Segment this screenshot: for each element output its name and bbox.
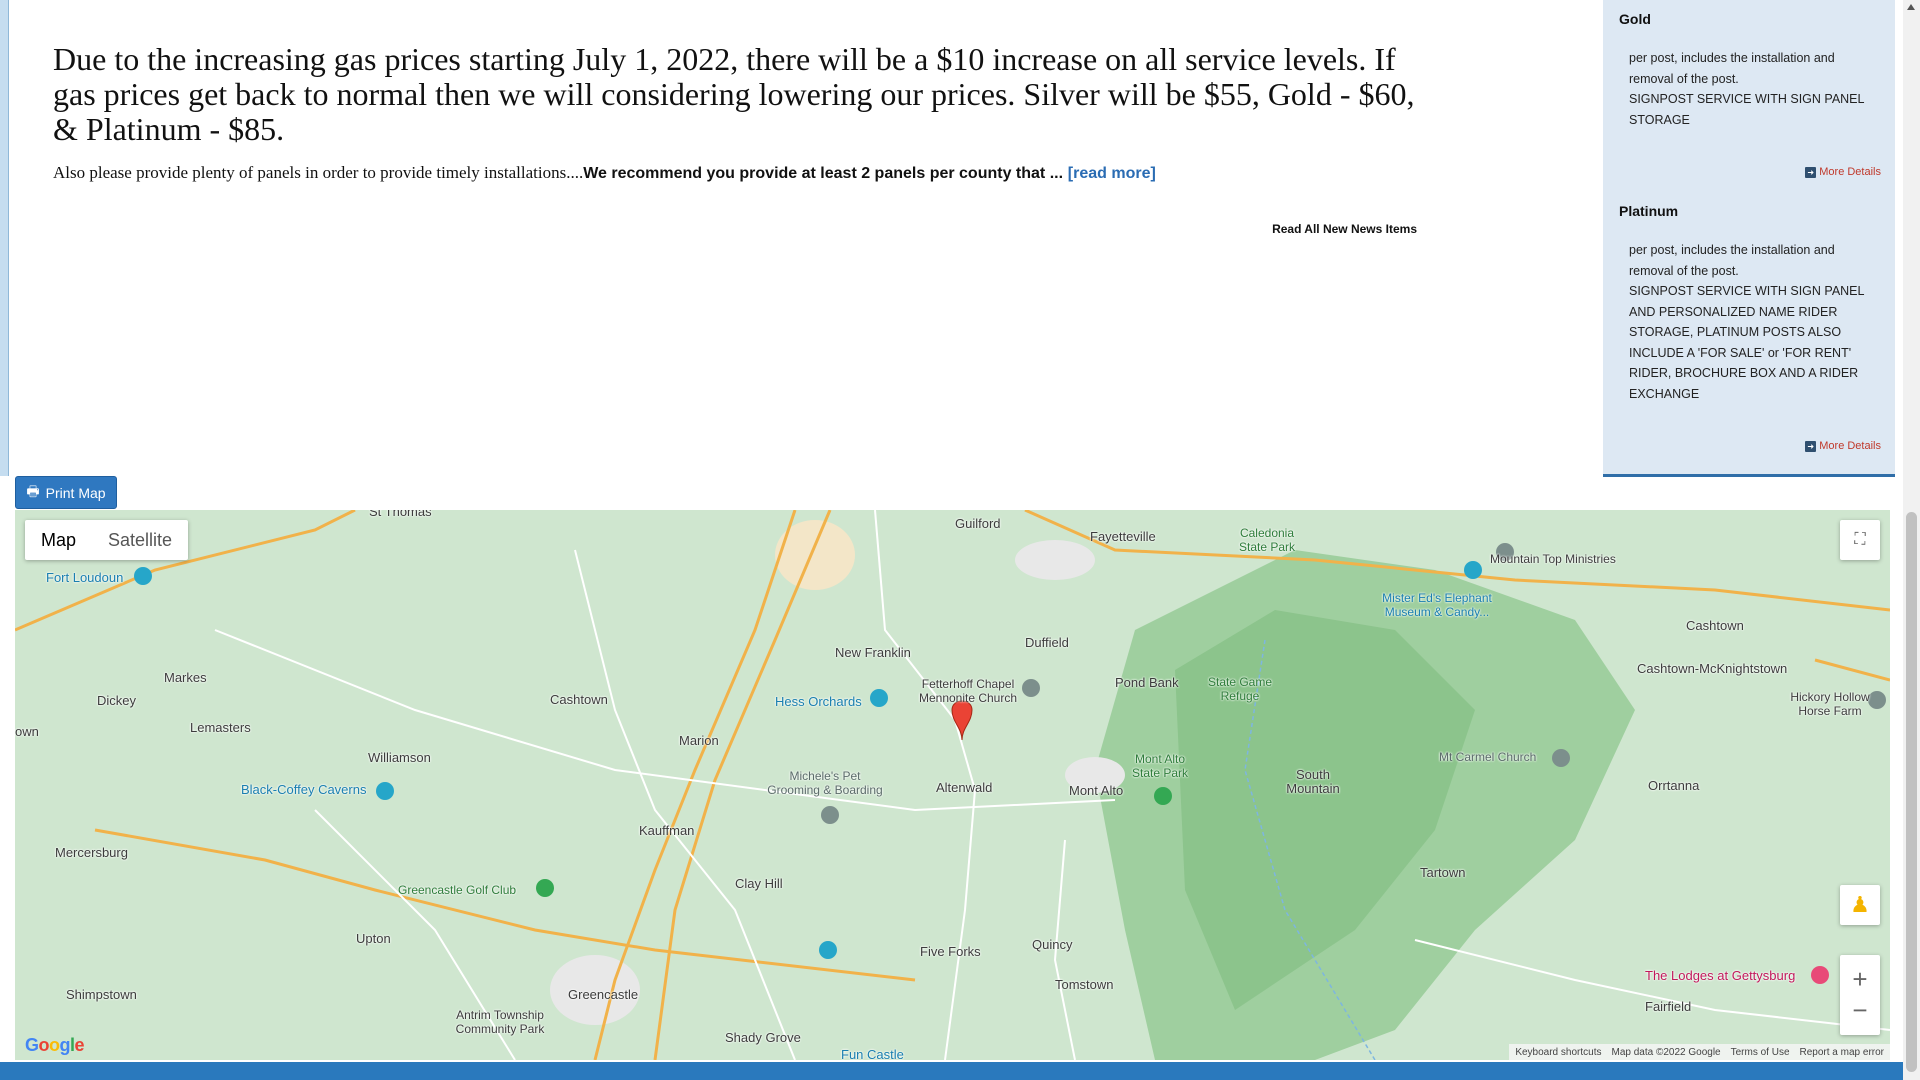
map-label: Orrtanna bbox=[1648, 778, 1700, 793]
map-type-satellite-button[interactable]: Satellite bbox=[92, 520, 188, 560]
gold-title: Gold bbox=[1619, 11, 1651, 27]
map-label: Upton bbox=[356, 931, 391, 946]
service-levels-sidebar: Gold per post, includes the installation… bbox=[1603, 0, 1895, 477]
map-label: Mercersburg bbox=[55, 845, 128, 860]
map-label: Hickory Hollow Horse Farm bbox=[1790, 690, 1870, 718]
platinum-desc-line2: SIGNPOST SERVICE WITH SIGN PANEL AND PER… bbox=[1629, 284, 1865, 401]
map-label: Pond Bank bbox=[1115, 675, 1179, 690]
scrollbar-thumb[interactable] bbox=[1906, 512, 1917, 1072]
google-map[interactable]: Map Satellite ⛶ ♟ + − St Thomas Guilford… bbox=[15, 510, 1890, 1060]
news-section: Due to the increasing gas prices startin… bbox=[53, 42, 1423, 186]
map-label: Tomstown bbox=[1055, 977, 1114, 992]
read-all-news-link[interactable]: Read All New News Items bbox=[1260, 222, 1417, 236]
map-label: New Franklin bbox=[835, 645, 911, 660]
map-label: State Game Refuge bbox=[1207, 675, 1273, 703]
platinum-more-details-link[interactable]: ➜ More Details bbox=[1805, 440, 1881, 452]
map-label: Five Forks bbox=[920, 944, 981, 959]
map-label: Cashtown bbox=[550, 692, 608, 707]
map-label: Kauffman bbox=[639, 823, 695, 838]
page-left-border bbox=[0, 0, 9, 476]
map-label: Shimpstown bbox=[66, 987, 137, 1002]
map-label: Mountain Top Ministries bbox=[1490, 552, 1616, 566]
map-label: Michele's Pet Grooming & Boarding bbox=[767, 769, 883, 797]
printer-icon: 🖶 bbox=[26, 482, 40, 499]
map-label: Cashtown bbox=[1686, 618, 1744, 633]
report-map-error-link[interactable]: Report a map error bbox=[1800, 1047, 1884, 1058]
arrow-right-icon: ➜ bbox=[1805, 166, 1817, 178]
map-label: Mister Ed's Elephant Museum & Candy... bbox=[1382, 591, 1492, 619]
map-label: Dickey bbox=[97, 693, 137, 708]
gold-desc-line2: SIGNPOST SERVICE WITH SIGN PANEL STORAGE bbox=[1629, 92, 1865, 127]
map-label: Mont Alto bbox=[1069, 783, 1124, 798]
google-logo[interactable]: Google bbox=[25, 1035, 85, 1056]
map-label: Greencastle Golf Club bbox=[398, 883, 517, 897]
footer-bar bbox=[0, 1062, 1903, 1080]
map-label: St Thomas bbox=[369, 510, 432, 519]
zoom-out-button[interactable]: − bbox=[1852, 995, 1867, 1026]
platinum-more-details-label: More Details bbox=[1819, 440, 1881, 452]
street-view-pegman-icon[interactable]: ♟ bbox=[1840, 885, 1880, 925]
map-label: Fun Castle bbox=[841, 1047, 904, 1060]
platinum-desc-line1: per post, includes the installation and … bbox=[1629, 243, 1835, 278]
map-label: Williamson bbox=[368, 750, 431, 765]
news-teaser: Also please provide plenty of panels in … bbox=[53, 161, 1423, 186]
arrow-right-icon: ➜ bbox=[1805, 440, 1817, 452]
map-label: The Lodges at Gettysburg bbox=[1645, 968, 1796, 983]
map-label: Clay Hill bbox=[735, 876, 783, 891]
map-label: own bbox=[15, 724, 39, 739]
map-label: Black-Coffey Caverns bbox=[241, 782, 367, 797]
fullscreen-icon[interactable]: ⛶ bbox=[1840, 520, 1880, 560]
print-map-button[interactable]: 🖶 Print Map bbox=[15, 476, 117, 509]
map-label: Fairfield bbox=[1645, 999, 1692, 1014]
map-label: Mont Alto State Park bbox=[1131, 752, 1189, 780]
read-more-link[interactable]: [read more] bbox=[1068, 165, 1156, 182]
news-teaser-text: Also please provide plenty of panels in … bbox=[53, 163, 584, 182]
map-label: Altenwald bbox=[936, 780, 993, 795]
platinum-title: Platinum bbox=[1619, 203, 1679, 219]
map-label: Greencastle bbox=[568, 987, 639, 1002]
map-label: Antrim Township Community Park bbox=[455, 1008, 545, 1036]
map-label: Shady Grove bbox=[725, 1030, 801, 1045]
map-attribution: Keyboard shortcuts Map data ©2022 Google… bbox=[1509, 1044, 1890, 1060]
map-label: Caledonia State Park bbox=[1238, 526, 1296, 554]
zoom-control: + − bbox=[1840, 955, 1880, 1035]
gold-description: per post, includes the installation and … bbox=[1629, 48, 1869, 130]
map-label: Fayetteville bbox=[1090, 529, 1156, 544]
map-data-text: Map data ©2022 Google bbox=[1611, 1046, 1721, 1058]
news-headline: Due to the increasing gas prices startin… bbox=[53, 41, 1415, 147]
keyboard-shortcuts-link[interactable]: Keyboard shortcuts bbox=[1515, 1047, 1601, 1058]
map-type-control[interactable]: Map Satellite bbox=[25, 520, 189, 560]
map-label: Lemasters bbox=[190, 720, 251, 735]
print-map-label: Print Map bbox=[45, 484, 106, 501]
map-label: Duffield bbox=[1025, 635, 1069, 650]
page-scrollbar[interactable] bbox=[1903, 0, 1920, 1080]
platinum-description: per post, includes the installation and … bbox=[1629, 240, 1869, 404]
map-label: South Mountain bbox=[1286, 767, 1340, 796]
gold-more-details-link[interactable]: ➜ More Details bbox=[1805, 166, 1881, 178]
zoom-in-button[interactable]: + bbox=[1852, 964, 1867, 995]
terms-of-use-link[interactable]: Terms of Use bbox=[1731, 1047, 1790, 1058]
map-label: Fort Loudoun bbox=[46, 570, 124, 585]
map-label: Guilford bbox=[955, 516, 1001, 531]
news-teaser-bold: We recommend you provide at least 2 pane… bbox=[583, 165, 1064, 182]
map-label: Fetterhoff Chapel Mennonite Church bbox=[918, 677, 1018, 705]
map-type-map-button[interactable]: Map bbox=[25, 520, 92, 560]
map-label: Mt Carmel Church bbox=[1439, 750, 1537, 764]
map-label: Quincy bbox=[1032, 937, 1073, 952]
gold-desc-line1: per post, includes the installation and … bbox=[1629, 51, 1835, 86]
map-label: Hess Orchards bbox=[775, 694, 862, 709]
map-label: Tartown bbox=[1420, 865, 1466, 880]
map-label: Markes bbox=[164, 670, 207, 685]
gold-more-details-label: More Details bbox=[1819, 166, 1881, 178]
map-label: Marion bbox=[679, 733, 719, 748]
scroll-up-arrow-icon[interactable] bbox=[1907, 4, 1915, 10]
map-label: Cashtown-McKnightstown bbox=[1637, 661, 1788, 676]
